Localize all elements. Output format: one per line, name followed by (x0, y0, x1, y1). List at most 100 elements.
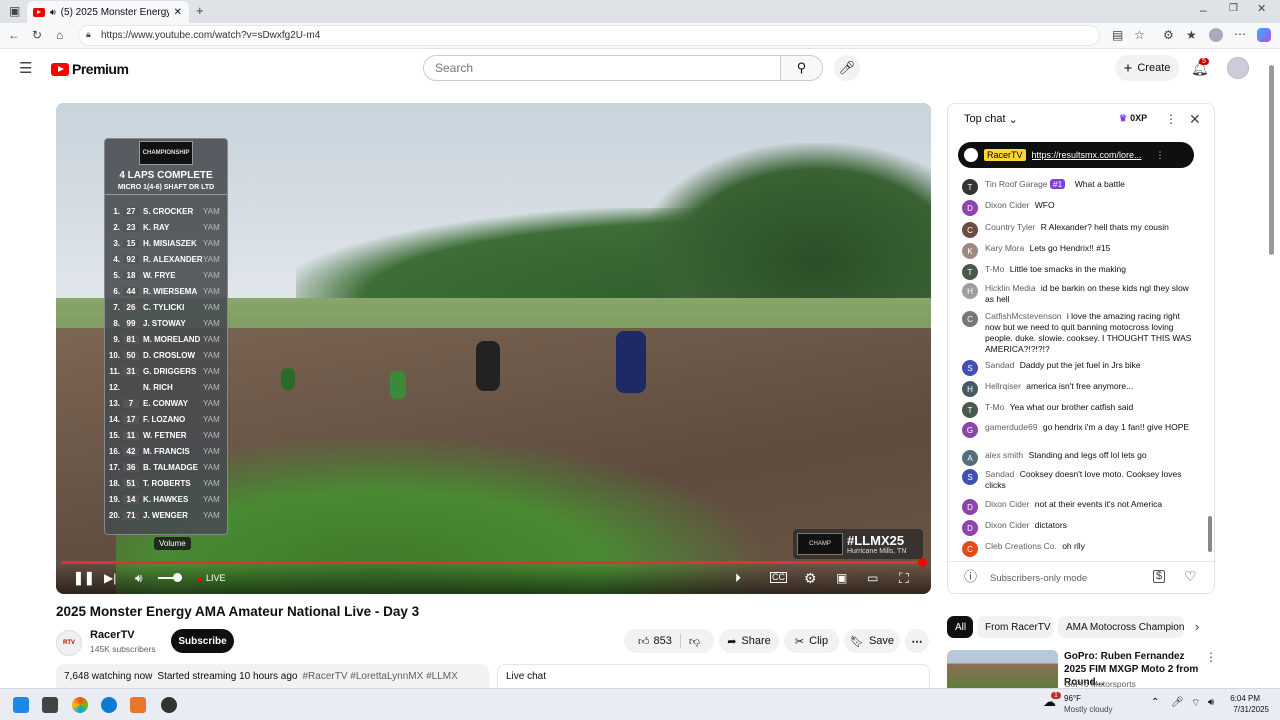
lock-icon[interactable]: 🔒︎ (86, 30, 91, 39)
tab-actions-icon[interactable]: ▣ (9, 5, 20, 17)
chat-message[interactable]: Aalex smith Standing and legs off lol le… (962, 450, 1192, 466)
miniplayer-icon[interactable]: ▣ (836, 572, 847, 584)
channel-name[interactable]: RacerTV (90, 629, 135, 641)
chat-scrollbar[interactable] (1208, 144, 1212, 554)
chat-message[interactable]: T T-Mo Little toe smacks in the making (962, 264, 1192, 280)
wifi-icon[interactable]: ⌔ (1191, 697, 1200, 710)
fullscreen-icon[interactable]: ⛶ (899, 571, 909, 585)
maximize-icon[interactable]: ❐ (1229, 4, 1238, 14)
leaderboard-row: 4. 92 R. ALEXANDER YAM (105, 251, 227, 267)
xp-badge[interactable]: ♛ 0XP (1119, 113, 1147, 124)
copilot-app-icon[interactable] (72, 697, 88, 713)
more-actions-button[interactable]: ⋯ (905, 629, 929, 653)
favorites-icon[interactable]: ★ (1186, 29, 1197, 41)
chat-more-icon[interactable]: ⋮ (1165, 113, 1177, 125)
pinned-link[interactable]: https://resultsmx.com/lore... (1032, 150, 1150, 160)
next-icon[interactable]: ▶| (104, 572, 116, 584)
live-badge[interactable]: LIVE (206, 573, 226, 583)
chat-message[interactable]: D Dixon Cider not at their events it's no… (962, 499, 1192, 515)
chat-message[interactable]: T Tin Roof Garage #1 What a battle (962, 179, 1192, 195)
speaker-tray-icon[interactable]: 🔊︎ (1208, 697, 1214, 708)
pause-icon[interactable]: ❚❚ (73, 571, 95, 584)
theater-mode-icon[interactable]: ▭ (867, 572, 878, 584)
settings-gear-icon[interactable]: ⚙ (804, 571, 817, 585)
menu-icon[interactable]: ☰ (19, 61, 32, 76)
app-icon[interactable] (130, 697, 146, 713)
mic-tray-icon[interactable]: 🎤︎ (1171, 697, 1184, 708)
captions-icon[interactable]: CC (770, 572, 787, 583)
volume-icon[interactable]: 🔊︎ (135, 572, 143, 584)
chevron-right-icon[interactable]: › (1195, 620, 1199, 633)
close-tab-icon[interactable]: ✕ (174, 7, 182, 18)
chat-message[interactable]: H Hicklin Media id be barkin on these kid… (962, 283, 1192, 305)
favorite-star-icon[interactable]: ☆ (1134, 29, 1145, 41)
create-button[interactable]: + Create (1115, 55, 1179, 81)
chat-message[interactable]: T T-Mo Yea what our brother catfish said (962, 402, 1192, 418)
url-field[interactable]: 🔒︎ https://www.youtube.com/watch?v=sDwxf… (78, 25, 1100, 46)
chip-0[interactable]: All (947, 616, 973, 638)
edge-browser-icon[interactable] (101, 697, 117, 713)
recommended-thumbnail[interactable] (947, 650, 1058, 688)
account-avatar[interactable] (1227, 57, 1249, 79)
back-icon[interactable]: ← (8, 29, 20, 41)
info-icon[interactable]: ⓘ (964, 570, 977, 583)
tray-chevron-icon[interactable]: ⌃ (1151, 697, 1159, 708)
recommended-more-icon[interactable]: ⋮ (1205, 651, 1217, 663)
hashtags[interactable]: #RacerTV #LorettaLynnMX #LLMX (303, 671, 458, 682)
heart-icon[interactable]: ♡ (1184, 569, 1197, 583)
copilot-icon[interactable] (1257, 28, 1271, 42)
more-menu-icon[interactable]: ⋯ (1234, 28, 1246, 40)
chat-message[interactable]: D Dixon Cider dictators (962, 520, 1192, 536)
read-mode-icon[interactable]: ▤ (1112, 29, 1123, 41)
clip-button[interactable]: ✂ Clip (784, 629, 839, 653)
chat-message[interactable]: Ggamerdude69 go hendrix i'm a day 1 fan!… (962, 422, 1192, 438)
close-window-icon[interactable]: ✕ (1257, 4, 1266, 15)
search-input[interactable]: Search (423, 55, 781, 81)
home-icon[interactable]: ⌂ (56, 29, 63, 41)
chat-message[interactable]: C Country Tyler R Alexander? hell thats m… (962, 222, 1192, 238)
close-chat-icon[interactable]: ✕ (1189, 112, 1201, 126)
chat-mode-dropdown[interactable]: Top chat ⌄ (964, 113, 1018, 126)
extensions-icon[interactable]: ⚙ (1163, 29, 1174, 41)
share-button[interactable]: ➦ Share (719, 629, 779, 653)
browser-tab[interactable]: 🔊︎ (5) 2025 Monster Energy AMA ✕ (27, 1, 189, 23)
youtube-logo[interactable]: Premium (51, 61, 129, 77)
minimize-icon[interactable]: – (1200, 4, 1207, 16)
volume-handle[interactable] (173, 573, 182, 582)
profile-avatar[interactable] (1209, 28, 1223, 42)
chat-message[interactable]: C CatfishMcstevenson i love the amazing r… (962, 311, 1192, 355)
channel-avatar[interactable]: RTV (56, 630, 82, 656)
progress-bar[interactable] (62, 561, 925, 564)
like-button[interactable]: 👍︎ 853 (638, 635, 672, 648)
autoplay-toggle-icon[interactable]: ⏵ (735, 572, 741, 584)
start-windows-icon[interactable] (13, 697, 29, 713)
chip-1[interactable]: From RacerTV (977, 616, 1053, 638)
chat-message[interactable]: S Sandad Cooksey doesn't love moto. Cooks… (962, 469, 1192, 491)
speaker-icon[interactable]: 🔊︎ (50, 7, 56, 18)
new-tab-icon[interactable]: + (196, 4, 204, 17)
thumbs-down-icon[interactable]: 👎︎ (689, 635, 700, 648)
chat-message[interactable]: K Kary Mora Lets go Hendrix!! #15 (962, 243, 1192, 259)
clock-date[interactable]: 7/31/2025 (1223, 705, 1269, 714)
page-scrollbar[interactable] (1269, 65, 1274, 255)
clock-time[interactable]: 6:04 PM (1226, 694, 1260, 703)
chat-message[interactable]: C Cleb Creations Co. oh rlly (962, 541, 1192, 557)
voice-search-button[interactable]: 🎤︎ (834, 55, 860, 81)
chip-2[interactable]: AMA Motocross Champion (1058, 616, 1184, 638)
chat-message[interactable]: D Dixon Cider WFO (962, 200, 1192, 216)
subscribe-button[interactable]: Subscribe (171, 629, 234, 653)
chat-message[interactable]: S Sandad Daddy put the jet fuel in Jrs bi… (962, 360, 1192, 376)
chat-message[interactable]: H Hellrqiser america isn't free anymore..… (962, 381, 1192, 397)
pinned-more-icon[interactable]: ⋮ (1156, 150, 1165, 161)
task-view-icon[interactable] (42, 697, 58, 713)
app-icon-2[interactable] (161, 697, 177, 713)
super-chat-icon[interactable]: $ (1153, 570, 1166, 583)
notification-count-badge: 5 (1199, 58, 1209, 65)
description-box[interactable]: 7,648 watching now Started streaming 10 … (56, 664, 489, 688)
save-button[interactable]: 🔖︎ Save (844, 629, 900, 653)
live-chat-replay-box[interactable]: Live chat (497, 664, 930, 688)
search-button[interactable]: ⚲ (781, 55, 823, 81)
refresh-icon[interactable]: ↻ (32, 29, 42, 41)
scrollbar-thumb[interactable] (1208, 516, 1212, 552)
pinned-message[interactable]: RacerTV https://resultsmx.com/lore... ⋮ (958, 142, 1194, 168)
